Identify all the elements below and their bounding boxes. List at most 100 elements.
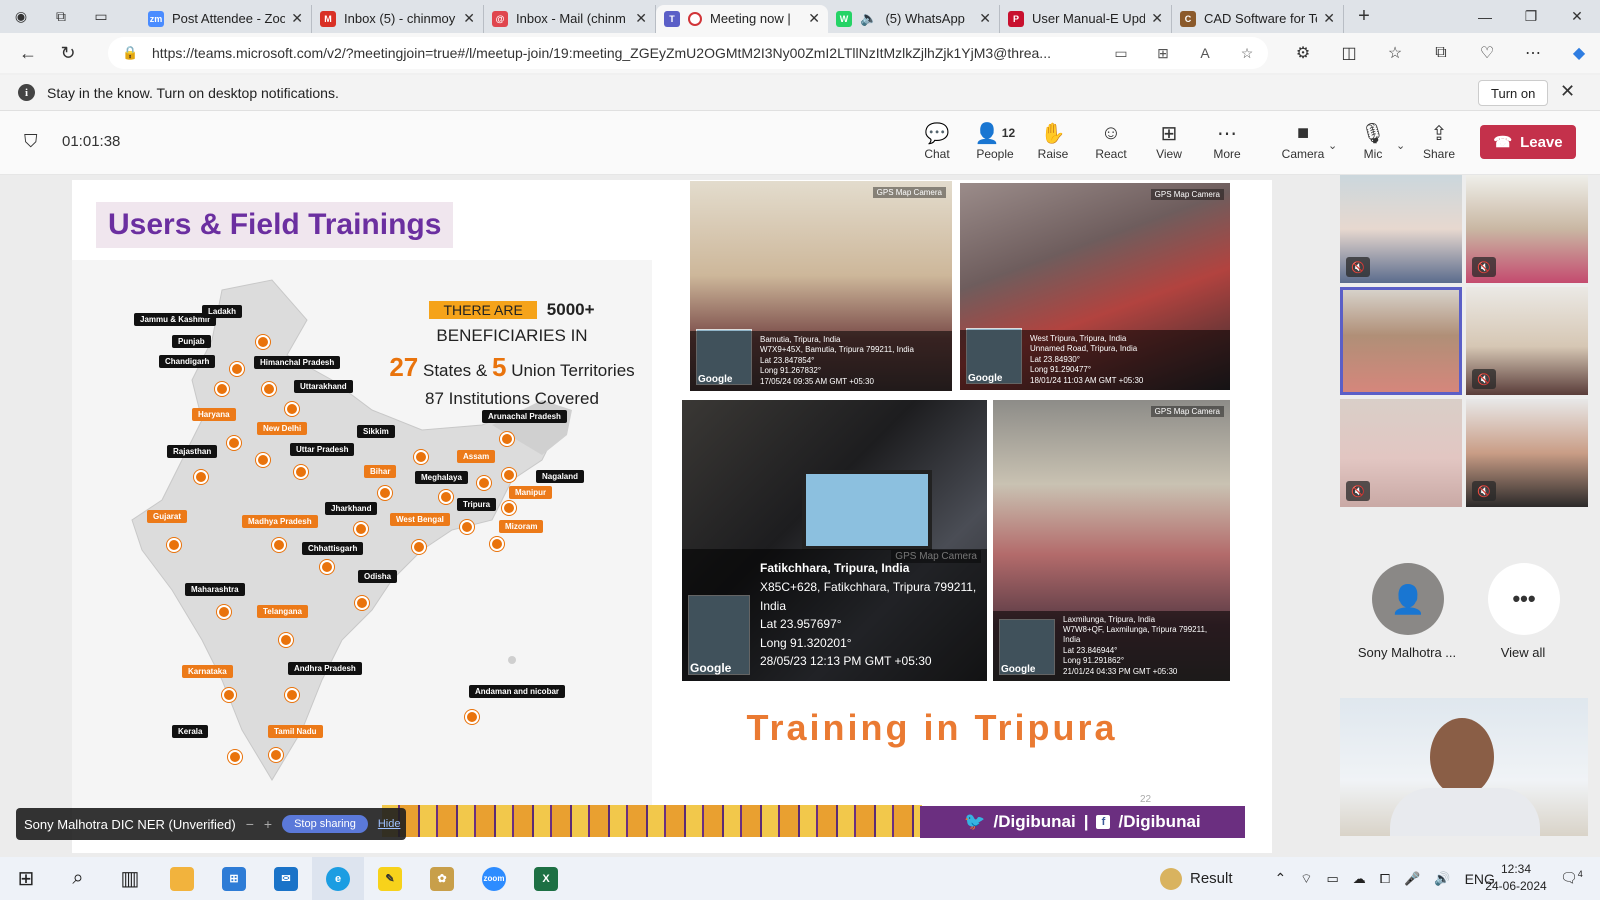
task-view-icon[interactable]: ▥ — [104, 857, 156, 900]
people-button[interactable]: 👤 12 People — [966, 119, 1024, 169]
settings-more-icon[interactable]: ⋯ — [1510, 33, 1556, 73]
location-pin-icon — [378, 486, 392, 500]
map-label: Telangana — [257, 605, 308, 618]
new-tab-button[interactable]: + — [1344, 5, 1384, 28]
mic-button[interactable]: 🎙 Mic — [1344, 119, 1402, 169]
weather-widget[interactable]: Result — [1160, 867, 1233, 890]
camera-permission-icon[interactable]: ▭ — [1100, 45, 1142, 62]
location-pin-icon — [222, 688, 236, 702]
tab-6[interactable]: C CAD Software for Te ✕ — [1172, 4, 1344, 33]
onedrive-icon[interactable]: ☁ — [1353, 871, 1366, 887]
favorite-star-icon[interactable]: ☆ — [1226, 45, 1268, 62]
tab-2[interactable]: @ Inbox - Mail (chinm ✕ — [484, 4, 656, 33]
restore-icon[interactable]: ❐ — [1508, 0, 1554, 33]
participant-tile-active-speaker[interactable] — [1340, 287, 1462, 395]
speaker-tray-icon[interactable]: 🔊 — [1434, 871, 1450, 887]
tab-0[interactable]: zm Post Attendee - Zoo ✕ — [140, 4, 312, 33]
battery-icon[interactable]: ▭ — [1327, 871, 1339, 887]
mic-options-chevron-icon[interactable]: ⌄ — [1396, 139, 1405, 152]
extensions-icon[interactable]: ⚙ — [1280, 33, 1326, 73]
gps-line: Lat 23.847854° — [760, 355, 815, 365]
wifi-icon[interactable]: ⌔ — [1300, 871, 1312, 887]
lock-icon[interactable]: 🔒 — [122, 45, 140, 61]
self-view-shirt — [1390, 788, 1540, 836]
file-explorer-icon[interactable] — [156, 857, 208, 900]
tab-close-icon[interactable]: ✕ — [1323, 10, 1335, 27]
tab-close-icon[interactable]: ✕ — [1151, 10, 1163, 27]
cad-app-icon[interactable]: ✿ — [416, 857, 468, 900]
zoom-app-icon[interactable]: zoom — [468, 857, 520, 900]
tab-close-icon[interactable]: ✕ — [635, 10, 647, 27]
india-map: THERE ARE 5000+ BENEFICIARIES IN 27 Stat… — [72, 260, 652, 808]
turn-on-button[interactable]: Turn on — [1478, 80, 1549, 106]
raise-hand-button[interactable]: ✋ Raise — [1024, 119, 1082, 169]
tab-close-icon[interactable]: ✕ — [291, 10, 303, 27]
minus-icon[interactable]: − — [246, 816, 254, 832]
url-field[interactable]: 🔒 https://teams.microsoft.com/v2/?meetin… — [108, 37, 1268, 69]
microsoft-store-icon[interactable]: ⊞ — [208, 857, 260, 900]
back-icon[interactable]: ← — [8, 33, 48, 73]
tab-4[interactable]: W 🔈 (5) WhatsApp ✕ — [828, 4, 1000, 33]
participant-tile[interactable]: 🔇 — [1340, 175, 1462, 283]
camera-options-chevron-icon[interactable]: ⌄ — [1328, 139, 1337, 152]
shield-icon[interactable]: ⛉ — [24, 131, 38, 152]
close-window-icon[interactable]: ✕ — [1554, 0, 1600, 33]
react-button[interactable]: ☺ React — [1082, 119, 1140, 169]
search-icon[interactable]: ⌕ — [52, 857, 104, 900]
show-hidden-icons-chevron-icon[interactable]: ⌃ — [1275, 870, 1287, 887]
app-available-icon[interactable]: ⊞ — [1142, 45, 1184, 62]
more-button[interactable]: ⋯ More — [1198, 119, 1256, 169]
tab-close-icon[interactable]: ✕ — [463, 10, 475, 27]
windows-start-icon[interactable]: ⊞ — [0, 857, 52, 900]
stop-sharing-button[interactable]: Stop sharing — [282, 815, 368, 833]
leave-button[interactable]: ☎ Leave — [1480, 125, 1576, 159]
minimize-icon[interactable]: — — [1462, 0, 1508, 33]
share-button[interactable]: ⇪ Share — [1410, 119, 1468, 169]
collections-icon[interactable]: ⧉ — [1418, 33, 1464, 73]
participant-tile[interactable]: 🔇 — [1466, 287, 1588, 395]
participant-avatar[interactable]: 👤 — [1372, 563, 1444, 635]
mail-app-icon[interactable]: ✉ — [260, 857, 312, 900]
split-screen-icon[interactable]: ◫ — [1326, 33, 1372, 73]
excel-icon[interactable]: X — [520, 857, 572, 900]
view-button[interactable]: ⊞ View — [1140, 119, 1198, 169]
copilot-icon[interactable]: ◆ — [1556, 33, 1600, 73]
location-pin-icon — [294, 465, 308, 479]
speaker-icon[interactable]: 🔈 — [860, 10, 877, 27]
microphone-tray-icon[interactable]: 🎤 — [1404, 871, 1420, 887]
read-aloud-icon[interactable]: A — [1184, 45, 1226, 61]
plus-icon[interactable]: + — [264, 816, 272, 832]
network-icon[interactable]: ⧠ — [1380, 871, 1390, 887]
tab-3[interactable]: T Meeting now | ✕ — [656, 4, 828, 33]
camera-button[interactable]: ■ Camera — [1274, 119, 1332, 169]
profile-avatar-icon[interactable]: ◉ — [10, 6, 32, 28]
notification-center-icon[interactable]: 🗨4 — [1560, 869, 1583, 887]
cad-icon: C — [1180, 10, 1196, 27]
map-label: Tamil Nadu — [268, 725, 323, 738]
participant-tile[interactable]: 🔇 — [1466, 175, 1588, 283]
view-all-button[interactable]: ••• — [1488, 563, 1560, 635]
gps-line: 18/01/24 11:03 AM GMT +05:30 — [1030, 375, 1144, 385]
gps-line: Bamutia, Tripura, India — [760, 335, 841, 345]
tab-1[interactable]: M Inbox (5) - chinmoy ✕ — [312, 4, 484, 33]
sticky-notes-icon[interactable]: ✎ — [364, 857, 416, 900]
teams-icon: T — [664, 10, 680, 27]
tab-5[interactable]: P User Manual-E Upd ✕ — [1000, 4, 1172, 33]
browser-essentials-icon[interactable]: ♡ — [1464, 33, 1510, 73]
close-icon[interactable]: ✕ — [1560, 81, 1575, 102]
url-text[interactable]: https://teams.microsoft.com/v2/?meetingj… — [152, 45, 1100, 61]
tab-close-icon[interactable]: ✕ — [979, 10, 991, 27]
participant-tile[interactable]: 🔇 — [1340, 399, 1462, 507]
tab-actions-icon[interactable]: ▭ — [90, 6, 112, 28]
taskbar-clock[interactable]: 12:34 24-06-2024 — [1476, 861, 1556, 895]
workspaces-icon[interactable]: ⧉ — [50, 6, 72, 28]
chat-button[interactable]: 💬 Chat — [908, 119, 966, 169]
edge-browser-icon[interactable]: e — [312, 857, 364, 900]
self-view-video[interactable] — [1340, 698, 1588, 836]
participant-tile[interactable]: 🔇 — [1466, 399, 1588, 507]
refresh-icon[interactable]: ↻ — [48, 33, 88, 73]
tab-close-icon[interactable]: ✕ — [808, 10, 820, 27]
favorites-icon[interactable]: ☆ — [1372, 33, 1418, 73]
hide-link[interactable]: Hide — [378, 818, 401, 830]
map-label: Bihar — [364, 465, 397, 478]
